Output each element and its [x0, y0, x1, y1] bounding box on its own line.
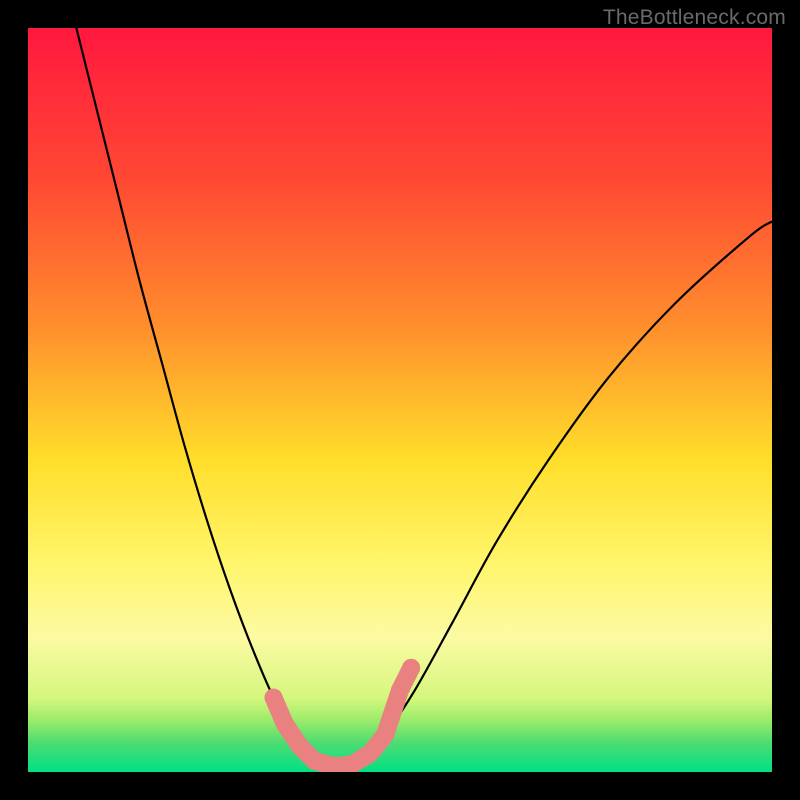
chart-svg — [28, 28, 772, 772]
plot-area — [28, 28, 772, 772]
chart-frame: TheBottleneck.com — [0, 0, 800, 800]
watermark-text: TheBottleneck.com — [603, 6, 786, 30]
highlight-marker — [402, 659, 420, 677]
chart-background — [28, 28, 772, 772]
